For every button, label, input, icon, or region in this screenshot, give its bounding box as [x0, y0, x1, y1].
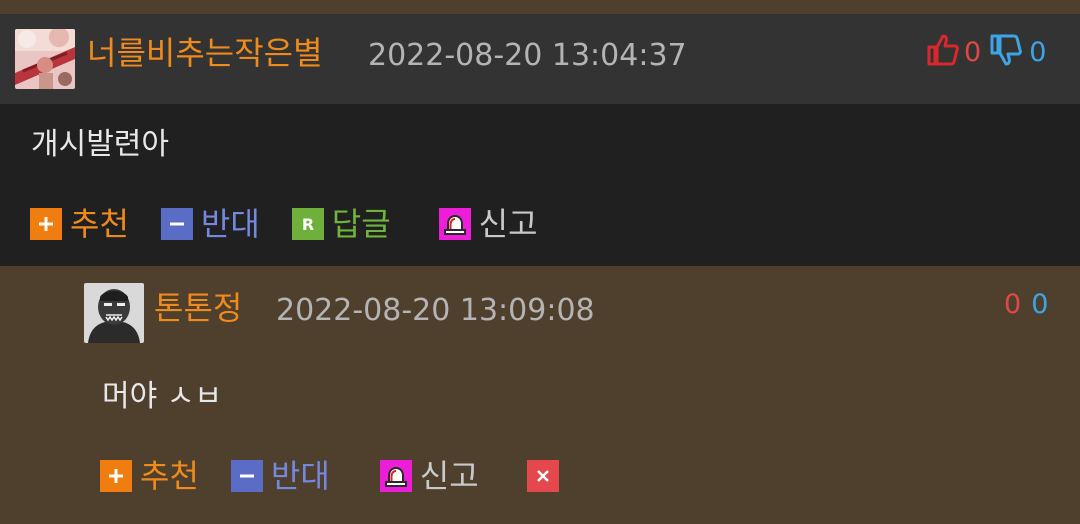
comment-timestamp: 2022-08-20 13:04:37: [368, 38, 687, 73]
comment-body: 개시발련아 추천 반대 R 답글 신고: [0, 104, 1080, 266]
reply-avatar[interactable]: [84, 283, 144, 343]
reply-actions: 추천 반대 신고: [100, 460, 599, 492]
minus-icon: [160, 208, 193, 240]
comment-text: 개시발련아: [31, 127, 169, 162]
comment-votes: 0 0: [926, 34, 1046, 70]
reply-text: 머야 ㅅㅂ: [102, 379, 222, 414]
comment-page: 너를비추는작은별 2022-08-20 13:04:37 0 0 개시발련아 추…: [0, 0, 1080, 524]
oppose-label: 반대: [200, 205, 260, 243]
oppose-button[interactable]: 반대: [160, 205, 260, 243]
avatar-image: [15, 29, 75, 89]
reply-oppose-label: 반대: [270, 457, 330, 495]
thumbs-down-icon[interactable]: [989, 33, 1023, 72]
reply-report-label: 신고: [419, 457, 479, 495]
comment-header: 너를비추는작은별 2022-08-20 13:04:37 0 0: [0, 14, 1080, 104]
report-label: 신고: [478, 205, 538, 243]
reply-recommend-button[interactable]: 추천: [100, 460, 199, 492]
plus-icon: [30, 208, 62, 240]
avatar[interactable]: [15, 29, 75, 89]
reply-upvote-count: 0: [1004, 288, 1022, 320]
reply-author[interactable]: 톤톤정: [154, 292, 242, 324]
comment-author[interactable]: 너를비추는작은별: [87, 37, 323, 69]
reply-report-button[interactable]: 신고: [379, 457, 479, 495]
reply-avatar-image: [84, 283, 144, 343]
plus-icon: [100, 460, 132, 492]
upvote-count: 0: [964, 36, 982, 68]
reply-votes: 0 0: [1004, 288, 1048, 320]
reply-recommend-label: 추천: [140, 457, 199, 495]
svg-text:R: R: [302, 215, 314, 234]
reply-oppose-button[interactable]: 반대: [230, 457, 330, 495]
reply-comment: 톤톤정 2022-08-20 13:09:08 0 0 머야 ㅅㅂ 추천 반대: [0, 266, 1080, 524]
downvote-count: 0: [1029, 36, 1047, 68]
comment-actions: 추천 반대 R 답글 신고: [30, 208, 570, 240]
minus-icon: [230, 460, 263, 492]
reply-timestamp: 2022-08-20 13:09:08: [276, 293, 595, 328]
reply-label: 답글: [331, 205, 391, 243]
reply-downvote-count: 0: [1031, 288, 1049, 320]
recommend-button[interactable]: 추천: [30, 208, 129, 240]
reply-r-icon: R: [291, 208, 324, 240]
alarm-siren-icon: [379, 460, 412, 492]
top-strip: [0, 0, 1080, 14]
report-button[interactable]: 신고: [438, 205, 538, 243]
reply-button[interactable]: R 답글: [291, 205, 391, 243]
delete-button[interactable]: [526, 460, 567, 492]
alarm-siren-icon: [438, 208, 471, 240]
thumbs-up-icon[interactable]: [926, 33, 960, 72]
close-icon: [526, 460, 559, 492]
recommend-label: 추천: [70, 205, 129, 243]
